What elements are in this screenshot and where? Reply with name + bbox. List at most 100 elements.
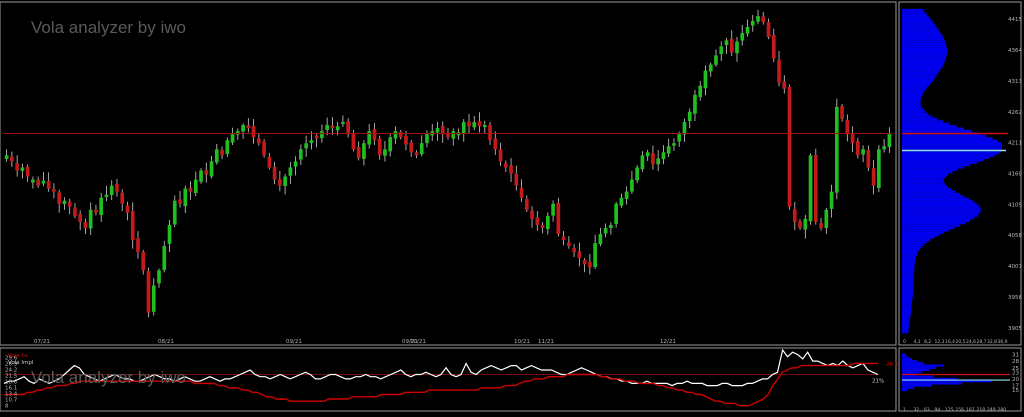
profile-bar bbox=[902, 146, 1002, 150]
candle-bull bbox=[482, 125, 487, 128]
profile-bar bbox=[902, 161, 977, 164]
profile-x-tick-label: 20,5 bbox=[956, 339, 966, 345]
profile-bar bbox=[902, 166, 964, 169]
candle-bear bbox=[771, 34, 776, 59]
profile-bar bbox=[902, 304, 912, 307]
candle-bull bbox=[230, 134, 235, 143]
profile-bar bbox=[902, 313, 911, 317]
profile-bar bbox=[902, 154, 996, 157]
profile-bar bbox=[902, 255, 917, 259]
vola-profile-bar bbox=[902, 368, 930, 372]
candle-bear bbox=[356, 147, 361, 159]
profile-bar bbox=[902, 253, 917, 256]
candle-bear bbox=[73, 207, 77, 216]
candle-bull bbox=[172, 200, 177, 225]
candle-bear bbox=[57, 192, 62, 204]
profile-bar bbox=[902, 204, 980, 208]
profile-bar bbox=[902, 120, 943, 123]
candle-bull bbox=[703, 70, 708, 89]
price-y-tick-label: 4415 bbox=[1008, 17, 1022, 23]
candle-bull bbox=[661, 152, 666, 160]
vola-profile-x-tick-label: 63 bbox=[924, 407, 930, 413]
candle-bull bbox=[808, 155, 813, 222]
candle-bull bbox=[419, 143, 424, 155]
profile-x-tick-label: 0 bbox=[903, 339, 906, 345]
profile-x-tick-label: 16,4 bbox=[945, 339, 955, 345]
candle-bear bbox=[782, 81, 787, 89]
candle-bear bbox=[787, 87, 792, 207]
candle-bear bbox=[94, 209, 98, 213]
legend-vola-hv: Vola hv bbox=[8, 353, 29, 359]
price-x-tick-label: 08/21 bbox=[158, 339, 174, 345]
candle-bull bbox=[719, 46, 724, 55]
price-y-tick-label: 4313 bbox=[1008, 79, 1022, 85]
profile-bar bbox=[902, 42, 946, 46]
candle-bull bbox=[20, 167, 25, 171]
profile-bar bbox=[902, 250, 919, 254]
price-x-tick-label: 10/21 bbox=[514, 339, 530, 345]
candle-bear bbox=[409, 142, 414, 153]
candle-bear bbox=[819, 223, 823, 228]
candle-bear bbox=[509, 165, 513, 174]
candle-bull bbox=[598, 234, 603, 245]
candle-bull bbox=[435, 128, 440, 133]
profile-bar bbox=[902, 330, 909, 334]
candle-bull bbox=[193, 179, 198, 193]
profile-bar bbox=[902, 71, 939, 75]
watermark-bottom: Vola analyzer by iwo bbox=[31, 368, 186, 387]
profile-bar bbox=[902, 69, 941, 72]
iv-end-label: 26.6 bbox=[886, 361, 899, 367]
candle-bull bbox=[635, 167, 639, 181]
candle-bull bbox=[645, 152, 650, 157]
candle-bull bbox=[877, 149, 881, 189]
candle-bull bbox=[341, 122, 345, 124]
candle-bear bbox=[10, 156, 14, 162]
candle-bull bbox=[4, 155, 9, 160]
candle-bear bbox=[178, 199, 182, 204]
vola-profile-bar bbox=[902, 353, 906, 356]
candle-bear bbox=[488, 124, 492, 141]
profile-bar bbox=[902, 129, 972, 133]
legend-vola-impl: Vola Impl bbox=[8, 360, 34, 366]
candle-bull bbox=[99, 197, 104, 216]
candle-bull bbox=[309, 140, 314, 144]
candle-bull bbox=[682, 122, 687, 135]
vola-profile-bar bbox=[902, 360, 918, 363]
profile-bar bbox=[902, 219, 971, 222]
profile-bar bbox=[902, 20, 933, 24]
candle-bull bbox=[861, 149, 865, 155]
price-y-tick-label: 3956 bbox=[1008, 295, 1022, 301]
candle-bear bbox=[278, 179, 282, 186]
candle-bear bbox=[498, 149, 503, 162]
profile-bar bbox=[902, 183, 946, 186]
profile-bar bbox=[902, 54, 947, 58]
candle-bull bbox=[88, 209, 93, 229]
hv-end-label: 21% bbox=[872, 379, 884, 385]
profile-bar bbox=[902, 282, 914, 285]
candle-bull bbox=[104, 194, 109, 198]
profile-bar bbox=[902, 127, 965, 130]
candle-bear bbox=[404, 136, 408, 145]
candle-bull bbox=[603, 227, 608, 234]
profile-bar bbox=[902, 202, 977, 205]
candle-bull bbox=[151, 285, 156, 312]
candle-bear bbox=[813, 155, 818, 222]
profile-bar bbox=[902, 197, 970, 201]
profile-bar bbox=[902, 100, 921, 104]
profile-x-tick-label: 36,9 bbox=[998, 339, 1008, 345]
profile-bar bbox=[902, 28, 939, 31]
profile-bar bbox=[902, 18, 931, 21]
candle-bull bbox=[624, 191, 629, 199]
candle-bear bbox=[36, 179, 40, 186]
candle-bear bbox=[856, 141, 860, 156]
profile-bar bbox=[902, 289, 914, 293]
profile-bar bbox=[902, 270, 915, 273]
price-x-tick-label: 10/21 bbox=[410, 339, 426, 345]
profile-bar bbox=[902, 86, 928, 89]
candle-bear bbox=[540, 224, 545, 228]
candle-bull bbox=[62, 200, 67, 205]
profile-x-tick-label: 28,7 bbox=[977, 339, 987, 345]
profile-bar bbox=[902, 311, 911, 314]
price-y-tick-label: 4262 bbox=[1008, 110, 1022, 116]
candle-bear bbox=[125, 205, 130, 213]
